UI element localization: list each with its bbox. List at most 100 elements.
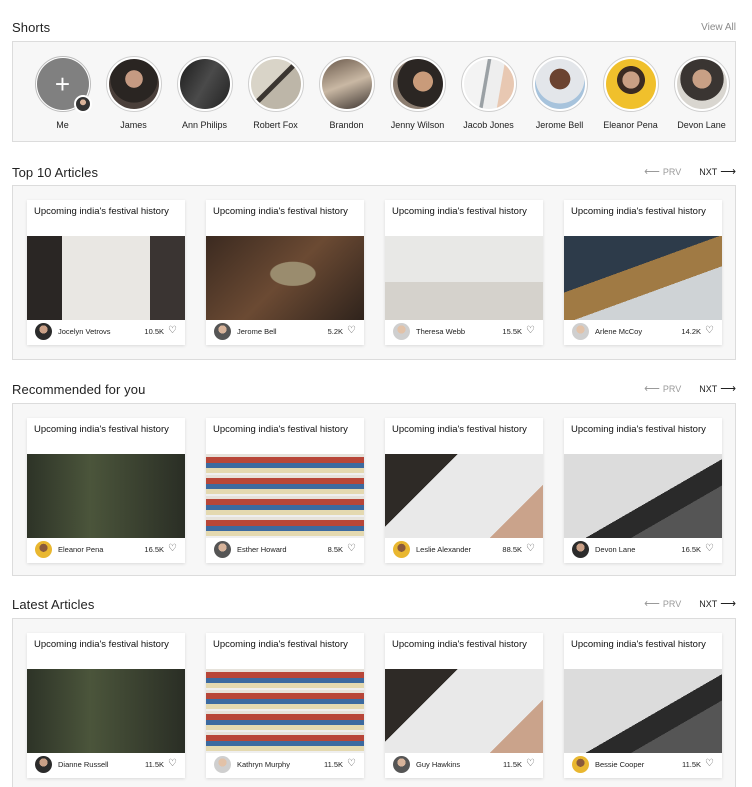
card-title: Upcoming india's festival history (392, 206, 527, 217)
avatar (214, 755, 231, 773)
card-image (385, 454, 543, 538)
short-james[interactable]: James (98, 56, 169, 130)
card-title: Upcoming india's festival history (392, 424, 527, 435)
like-count: 11.5K (502, 759, 523, 769)
article-card[interactable]: Upcoming india's festival history Jocely… (27, 200, 185, 345)
article-card[interactable]: Upcoming india's festival history Bessie… (564, 633, 722, 778)
next-button[interactable]: NXT ⟶ (699, 383, 736, 395)
arrow-right-icon: ⟶ (720, 165, 736, 178)
article-card[interactable]: Upcoming india's festival history Kathry… (206, 633, 364, 778)
avatar (676, 59, 727, 109)
card-list: Upcoming india's festival history Jocely… (27, 200, 722, 345)
shorts-panel: + Me James Ann Philips Robert Fox Brando… (12, 41, 736, 142)
prev-button[interactable]: ⟵ PRV (644, 382, 681, 395)
avatar (250, 59, 301, 109)
avatar (108, 59, 159, 109)
article-card[interactable]: Upcoming india's festival history Guy Ha… (385, 633, 543, 778)
article-card[interactable]: Upcoming india's festival history Devon … (564, 418, 722, 563)
top-articles-header: Top 10 Articles ⟵ PRV NXT ⟶ (12, 162, 736, 182)
short-jacob-jones[interactable]: Jacob Jones (453, 56, 524, 130)
heart-icon[interactable]: ♡ (347, 326, 356, 336)
card-title: Upcoming india's festival history (571, 206, 706, 217)
prev-button[interactable]: ⟵ PRV (644, 165, 681, 178)
heart-icon[interactable]: ♡ (526, 759, 535, 769)
avatar (35, 540, 52, 558)
prev-button[interactable]: ⟵ PRV (644, 597, 681, 610)
avatar (393, 322, 410, 340)
heart-icon[interactable]: ♡ (168, 326, 177, 336)
avatar (214, 322, 231, 340)
article-card[interactable]: Upcoming india's festival history Leslie… (385, 418, 543, 563)
heart-icon[interactable]: ♡ (526, 326, 535, 336)
article-card[interactable]: Upcoming india's festival history Dianne… (27, 633, 185, 778)
card-list: Upcoming india's festival history Dianne… (27, 633, 722, 778)
recommended-panel: Upcoming india's festival history Eleano… (12, 403, 736, 576)
heart-icon[interactable]: ♡ (705, 326, 714, 336)
avatar (179, 59, 230, 109)
short-devon-lane[interactable]: Devon Lane (666, 56, 737, 130)
short-brandon[interactable]: Brandon (311, 56, 382, 130)
card-title: Upcoming india's festival history (571, 424, 706, 435)
short-ann-philips[interactable]: Ann Philips (169, 56, 240, 130)
article-card[interactable]: Upcoming india's festival history Theres… (385, 200, 543, 345)
next-button[interactable]: NXT ⟶ (699, 598, 736, 610)
article-card[interactable]: Upcoming india's festival history Eleano… (27, 418, 185, 563)
heart-icon[interactable]: ♡ (705, 759, 714, 769)
author-name: Esther Howard (237, 544, 287, 554)
short-robert-fox[interactable]: Robert Fox (240, 56, 311, 130)
card-image (385, 669, 543, 753)
heart-icon[interactable]: ♡ (347, 544, 356, 554)
section-title: Recommended for you (12, 381, 146, 397)
card-image (206, 236, 364, 320)
short-name: Eleanor Pena (603, 120, 658, 130)
heart-icon[interactable]: ♡ (168, 759, 177, 769)
author-name: Bessie Cooper (595, 759, 645, 769)
like-count: 8.5K (327, 544, 344, 554)
avatar (35, 322, 52, 340)
arrow-left-icon: ⟵ (644, 382, 660, 395)
arrow-left-icon: ⟵ (644, 165, 660, 178)
heart-icon[interactable]: ♡ (168, 544, 177, 554)
shorts-list: + Me James Ann Philips Robert Fox Brando… (27, 56, 737, 130)
card-title: Upcoming india's festival history (34, 424, 169, 435)
author-name: Theresa Webb (416, 326, 466, 336)
card-image (27, 669, 185, 753)
recommended-header: Recommended for you ⟵ PRV NXT ⟶ (12, 379, 736, 399)
author-name: Kathryn Murphy (237, 759, 290, 769)
short-eleanor-pena[interactable]: Eleanor Pena (595, 56, 666, 130)
short-me[interactable]: + Me (27, 56, 98, 130)
arrow-left-icon: ⟵ (644, 597, 660, 610)
pager: ⟵ PRV NXT ⟶ (644, 597, 736, 610)
card-image (564, 236, 722, 320)
short-name: Brandon (329, 120, 364, 130)
next-button[interactable]: NXT ⟶ (699, 165, 736, 178)
avatar (393, 540, 410, 558)
article-card[interactable]: Upcoming india's festival history Jerome… (206, 200, 364, 345)
like-count: 16.5K (144, 544, 165, 554)
card-image (564, 669, 722, 753)
card-image (206, 669, 364, 753)
view-all-link[interactable]: View All (701, 22, 736, 33)
author-name: Dianne Russell (58, 759, 109, 769)
heart-icon[interactable]: ♡ (347, 759, 356, 769)
article-card[interactable]: Upcoming india's festival history Esther… (206, 418, 364, 563)
short-jenny-wilson[interactable]: Jenny Wilson (382, 56, 453, 130)
heart-icon[interactable]: ♡ (705, 544, 714, 554)
like-count: 15.5K (502, 326, 523, 336)
article-card[interactable]: Upcoming india's festival history Arlene… (564, 200, 722, 345)
card-title: Upcoming india's festival history (213, 424, 348, 435)
short-name: Robert Fox (253, 120, 298, 130)
author-name: Guy Hawkins (416, 759, 461, 769)
author-name: Jocelyn Vetrovs (58, 326, 111, 336)
heart-icon[interactable]: ♡ (526, 544, 535, 554)
author-name: Jerome Bell (237, 326, 277, 336)
short-name: Jenny Wilson (390, 120, 445, 130)
avatar (572, 322, 589, 340)
short-jerome-bell[interactable]: Jerome Bell (524, 56, 595, 130)
like-count: 11.5K (681, 759, 702, 769)
avatar (605, 59, 656, 109)
like-count: 16.5K (681, 544, 702, 554)
short-name: Ann Philips (181, 120, 228, 130)
pager: ⟵ PRV NXT ⟶ (644, 382, 736, 395)
section-title: Latest Articles (12, 596, 95, 612)
